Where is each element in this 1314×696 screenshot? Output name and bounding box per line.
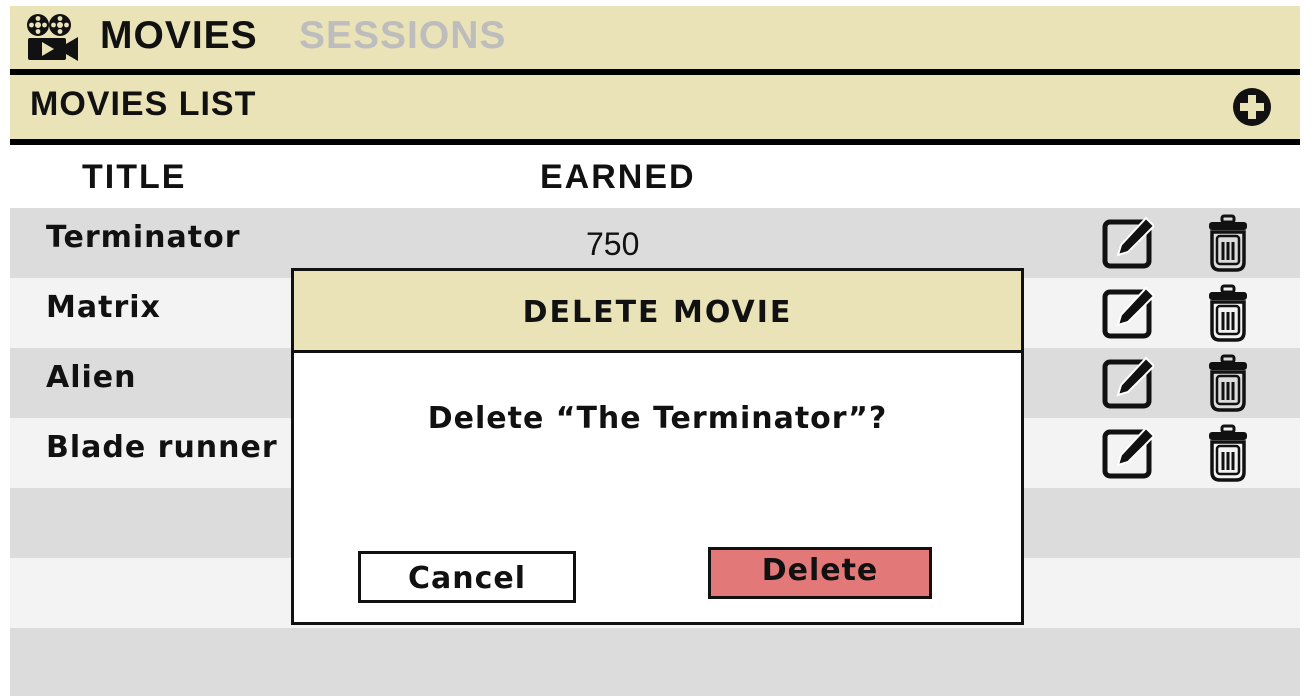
dialog-title: DELETE MOVIE — [522, 295, 793, 330]
edit-icon[interactable] — [1102, 286, 1154, 340]
edit-icon[interactable] — [1102, 216, 1154, 270]
trash-icon[interactable] — [1206, 214, 1250, 272]
dialog-message: Delete “The Terminator”? — [427, 401, 888, 436]
delete-movie-dialog: DELETE MOVIE Delete “The Terminator”? Ca… — [291, 268, 1024, 625]
section-header: MOVIES LIST — [10, 75, 1300, 139]
column-header-earned: EARNED — [540, 158, 696, 196]
movie-earned: 750 — [586, 226, 640, 262]
edit-icon[interactable] — [1102, 356, 1154, 410]
cancel-button[interactable]: Cancel — [358, 551, 576, 603]
trash-icon[interactable] — [1206, 284, 1250, 342]
tab-sessions[interactable]: SESSIONS — [299, 14, 506, 58]
dialog-header: DELETE MOVIE — [294, 271, 1021, 353]
column-header-title: TITLE — [82, 158, 187, 196]
table-row-empty — [10, 628, 1300, 696]
tab-movies[interactable]: MOVIES — [100, 14, 258, 58]
page-title: MOVIES LIST — [30, 85, 257, 123]
movie-title: Alien — [46, 360, 137, 395]
plus-circle-icon[interactable] — [1232, 87, 1272, 127]
delete-button[interactable]: Delete — [708, 547, 932, 599]
movie-title: Matrix — [46, 290, 161, 325]
edit-icon[interactable] — [1102, 426, 1154, 480]
top-nav: MOVIES SESSIONS — [10, 6, 1300, 69]
film-camera-icon — [27, 14, 78, 61]
trash-icon[interactable] — [1206, 354, 1250, 412]
section-divider — [10, 139, 1300, 145]
movie-title: Terminator — [46, 220, 241, 255]
movie-title: Blade runner — [46, 430, 278, 465]
trash-icon[interactable] — [1206, 424, 1250, 482]
